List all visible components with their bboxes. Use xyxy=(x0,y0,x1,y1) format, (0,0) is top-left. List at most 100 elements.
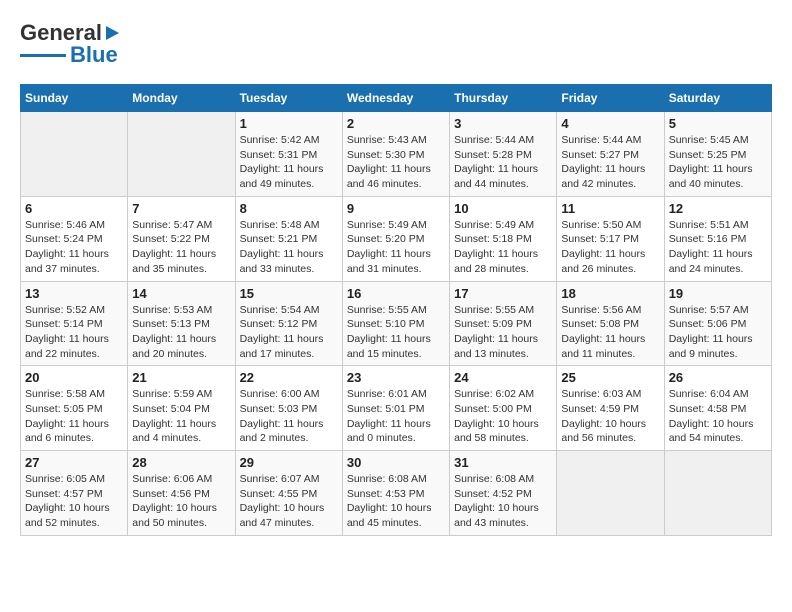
calendar-cell: 19 Sunrise: 5:57 AMSunset: 5:06 PMDayligh… xyxy=(664,281,771,366)
calendar-cell: 6 Sunrise: 5:46 AMSunset: 5:24 PMDaylight… xyxy=(21,196,128,281)
day-number: 1 xyxy=(240,116,338,131)
day-detail: Sunrise: 5:46 AMSunset: 5:24 PMDaylight:… xyxy=(25,218,123,277)
calendar-cell: 1Sunrise: 5:42 AMSunset: 5:31 PMDaylight… xyxy=(235,112,342,197)
weekday-header-wednesday: Wednesday xyxy=(342,85,449,112)
weekday-header-tuesday: Tuesday xyxy=(235,85,342,112)
day-number: 6 xyxy=(25,201,123,216)
week-row-1: 6 Sunrise: 5:46 AMSunset: 5:24 PMDaylight… xyxy=(21,196,772,281)
logo: General Blue xyxy=(20,20,119,68)
calendar-cell: 3 Sunrise: 5:44 AMSunset: 5:28 PMDaylight… xyxy=(450,112,557,197)
day-detail: Sunrise: 5:43 AMSunset: 5:30 PMDaylight:… xyxy=(347,133,445,192)
calendar-cell xyxy=(21,112,128,197)
calendar-cell: 20 Sunrise: 5:58 AMSunset: 5:05 PMDayligh… xyxy=(21,366,128,451)
day-number: 12 xyxy=(669,201,767,216)
calendar-cell: 21 Sunrise: 5:59 AMSunset: 5:04 PMDayligh… xyxy=(128,366,235,451)
calendar-cell: 11 Sunrise: 5:50 AMSunset: 5:17 PMDayligh… xyxy=(557,196,664,281)
day-detail: Sunrise: 5:51 AMSunset: 5:16 PMDaylight:… xyxy=(669,218,767,277)
calendar-cell: 31 Sunrise: 6:08 AMSunset: 4:52 PMDayligh… xyxy=(450,451,557,536)
day-detail: Sunrise: 5:52 AMSunset: 5:14 PMDaylight:… xyxy=(25,303,123,362)
day-number: 10 xyxy=(454,201,552,216)
calendar-cell: 22Sunrise: 6:00 AMSunset: 5:03 PMDayligh… xyxy=(235,366,342,451)
calendar-cell: 16 Sunrise: 5:55 AMSunset: 5:10 PMDayligh… xyxy=(342,281,449,366)
day-number: 19 xyxy=(669,286,767,301)
day-number: 21 xyxy=(132,370,230,385)
day-detail: Sunrise: 5:55 AMSunset: 5:10 PMDaylight:… xyxy=(347,303,445,362)
day-detail: Sunrise: 5:45 AMSunset: 5:25 PMDaylight:… xyxy=(669,133,767,192)
day-detail: Sunrise: 6:03 AMSunset: 4:59 PMDaylight:… xyxy=(561,387,659,446)
day-detail: Sunrise: 6:08 AMSunset: 4:52 PMDaylight:… xyxy=(454,472,552,531)
weekday-header-friday: Friday xyxy=(557,85,664,112)
weekday-header-thursday: Thursday xyxy=(450,85,557,112)
calendar-cell: 17 Sunrise: 5:55 AMSunset: 5:09 PMDayligh… xyxy=(450,281,557,366)
day-detail: Sunrise: 5:54 AMSunset: 5:12 PMDaylight:… xyxy=(240,303,338,362)
calendar-cell xyxy=(664,451,771,536)
day-number: 17 xyxy=(454,286,552,301)
day-detail: Sunrise: 5:50 AMSunset: 5:17 PMDaylight:… xyxy=(561,218,659,277)
day-detail: Sunrise: 5:53 AMSunset: 5:13 PMDaylight:… xyxy=(132,303,230,362)
calendar-cell: 10 Sunrise: 5:49 AMSunset: 5:18 PMDayligh… xyxy=(450,196,557,281)
calendar-cell: 8Sunrise: 5:48 AMSunset: 5:21 PMDaylight… xyxy=(235,196,342,281)
day-number: 9 xyxy=(347,201,445,216)
day-number: 16 xyxy=(347,286,445,301)
calendar-cell: 4 Sunrise: 5:44 AMSunset: 5:27 PMDaylight… xyxy=(557,112,664,197)
calendar-cell: 5Sunrise: 5:45 AMSunset: 5:25 PMDaylight… xyxy=(664,112,771,197)
day-number: 13 xyxy=(25,286,123,301)
calendar-cell: 7 Sunrise: 5:47 AMSunset: 5:22 PMDaylight… xyxy=(128,196,235,281)
day-detail: Sunrise: 6:07 AMSunset: 4:55 PMDaylight:… xyxy=(240,472,338,531)
day-detail: Sunrise: 5:49 AMSunset: 5:18 PMDaylight:… xyxy=(454,218,552,277)
day-number: 20 xyxy=(25,370,123,385)
day-number: 7 xyxy=(132,201,230,216)
day-detail: Sunrise: 5:58 AMSunset: 5:05 PMDaylight:… xyxy=(25,387,123,446)
day-number: 4 xyxy=(561,116,659,131)
day-detail: Sunrise: 6:05 AMSunset: 4:57 PMDaylight:… xyxy=(25,472,123,531)
calendar-cell: 2 Sunrise: 5:43 AMSunset: 5:30 PMDaylight… xyxy=(342,112,449,197)
calendar-cell: 30 Sunrise: 6:08 AMSunset: 4:53 PMDayligh… xyxy=(342,451,449,536)
day-detail: Sunrise: 5:55 AMSunset: 5:09 PMDaylight:… xyxy=(454,303,552,362)
calendar-cell: 26 Sunrise: 6:04 AMSunset: 4:58 PMDayligh… xyxy=(664,366,771,451)
day-detail: Sunrise: 6:08 AMSunset: 4:53 PMDaylight:… xyxy=(347,472,445,531)
calendar-cell: 12 Sunrise: 5:51 AMSunset: 5:16 PMDayligh… xyxy=(664,196,771,281)
day-detail: Sunrise: 5:49 AMSunset: 5:20 PMDaylight:… xyxy=(347,218,445,277)
calendar-cell: 13 Sunrise: 5:52 AMSunset: 5:14 PMDayligh… xyxy=(21,281,128,366)
calendar-cell xyxy=(557,451,664,536)
calendar-cell: 23Sunrise: 6:01 AMSunset: 5:01 PMDayligh… xyxy=(342,366,449,451)
week-row-2: 13 Sunrise: 5:52 AMSunset: 5:14 PMDayligh… xyxy=(21,281,772,366)
week-row-0: 1Sunrise: 5:42 AMSunset: 5:31 PMDaylight… xyxy=(21,112,772,197)
day-number: 30 xyxy=(347,455,445,470)
day-number: 8 xyxy=(240,201,338,216)
day-number: 11 xyxy=(561,201,659,216)
day-number: 3 xyxy=(454,116,552,131)
day-number: 24 xyxy=(454,370,552,385)
week-row-3: 20 Sunrise: 5:58 AMSunset: 5:05 PMDayligh… xyxy=(21,366,772,451)
day-number: 22 xyxy=(240,370,338,385)
day-number: 26 xyxy=(669,370,767,385)
day-detail: Sunrise: 6:02 AMSunset: 5:00 PMDaylight:… xyxy=(454,387,552,446)
day-detail: Sunrise: 5:47 AMSunset: 5:22 PMDaylight:… xyxy=(132,218,230,277)
day-detail: Sunrise: 5:44 AMSunset: 5:28 PMDaylight:… xyxy=(454,133,552,192)
calendar-cell: 25 Sunrise: 6:03 AMSunset: 4:59 PMDayligh… xyxy=(557,366,664,451)
week-row-4: 27Sunrise: 6:05 AMSunset: 4:57 PMDayligh… xyxy=(21,451,772,536)
calendar-table: SundayMondayTuesdayWednesdayThursdayFrid… xyxy=(20,84,772,536)
day-number: 2 xyxy=(347,116,445,131)
calendar-cell: 24 Sunrise: 6:02 AMSunset: 5:00 PMDayligh… xyxy=(450,366,557,451)
header: General Blue xyxy=(20,20,772,68)
day-detail: Sunrise: 6:06 AMSunset: 4:56 PMDaylight:… xyxy=(132,472,230,531)
header-row: SundayMondayTuesdayWednesdayThursdayFrid… xyxy=(21,85,772,112)
day-number: 25 xyxy=(561,370,659,385)
logo-blue: Blue xyxy=(70,42,118,68)
day-detail: Sunrise: 5:57 AMSunset: 5:06 PMDaylight:… xyxy=(669,303,767,362)
weekday-header-sunday: Sunday xyxy=(21,85,128,112)
day-detail: Sunrise: 5:44 AMSunset: 5:27 PMDaylight:… xyxy=(561,133,659,192)
calendar-cell: 9 Sunrise: 5:49 AMSunset: 5:20 PMDaylight… xyxy=(342,196,449,281)
weekday-header-saturday: Saturday xyxy=(664,85,771,112)
day-number: 14 xyxy=(132,286,230,301)
day-detail: Sunrise: 5:56 AMSunset: 5:08 PMDaylight:… xyxy=(561,303,659,362)
calendar-cell: 15Sunrise: 5:54 AMSunset: 5:12 PMDayligh… xyxy=(235,281,342,366)
calendar-cell: 27Sunrise: 6:05 AMSunset: 4:57 PMDayligh… xyxy=(21,451,128,536)
weekday-header-monday: Monday xyxy=(128,85,235,112)
calendar-cell xyxy=(128,112,235,197)
day-number: 31 xyxy=(454,455,552,470)
day-detail: Sunrise: 5:59 AMSunset: 5:04 PMDaylight:… xyxy=(132,387,230,446)
day-detail: Sunrise: 6:01 AMSunset: 5:01 PMDaylight:… xyxy=(347,387,445,446)
day-detail: Sunrise: 6:04 AMSunset: 4:58 PMDaylight:… xyxy=(669,387,767,446)
